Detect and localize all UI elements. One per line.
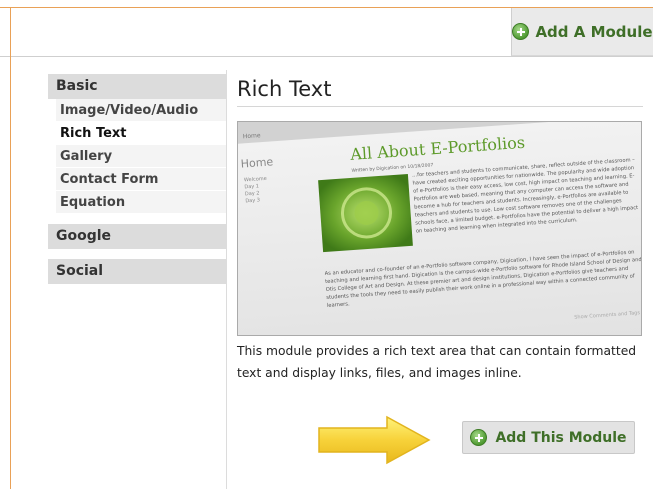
module-sidebar: Basic Image/Video/Audio Rich Text Galler… [48,74,226,284]
module-description: This module provides a rich text area th… [237,344,637,380]
sidebar-item-equation[interactable]: Equation [56,191,226,214]
preview-nav-title: Home [240,155,274,170]
plus-circle-icon [470,429,488,446]
yellow-arrow-icon [318,415,431,465]
add-a-module-label: Add A Module [535,22,653,41]
add-this-module-label: Add This Module [495,429,627,446]
preview-nav-item: Day 1 [244,183,259,190]
preview-nav-item: Day 3 [245,197,260,204]
title-rule [237,106,643,107]
sidebar-item-gallery[interactable]: Gallery [56,145,226,168]
preview-tab: Home [243,132,261,140]
sidebar-item-contact-form[interactable]: Contact Form [56,168,226,191]
content-divider [226,70,227,489]
sidebar-group-basic[interactable]: Basic [48,74,226,99]
preview-nav-item: Day 2 [245,190,260,197]
sidebar-group-google[interactable]: Google [48,224,226,249]
add-a-module-button[interactable]: Add A Module [511,8,653,56]
sidebar-item-image-video-audio[interactable]: Image/Video/Audio [56,99,226,122]
preview-paragraph-1: …for teachers and students to communicat… [411,157,639,235]
orange-border-left [10,7,11,489]
module-preview-image: Home Home Welcome Day 1 Day 2 Day 3 All … [237,121,642,336]
plus-circle-icon [512,23,530,40]
sidebar-group-social[interactable]: Social [48,259,226,284]
preview-screenshot: Home Home Welcome Day 1 Day 2 Day 3 All … [238,122,641,335]
module-title: Rich Text [237,77,332,101]
add-this-module-button[interactable]: Add This Module [462,421,635,454]
sidebar-item-rich-text[interactable]: Rich Text [56,122,226,145]
